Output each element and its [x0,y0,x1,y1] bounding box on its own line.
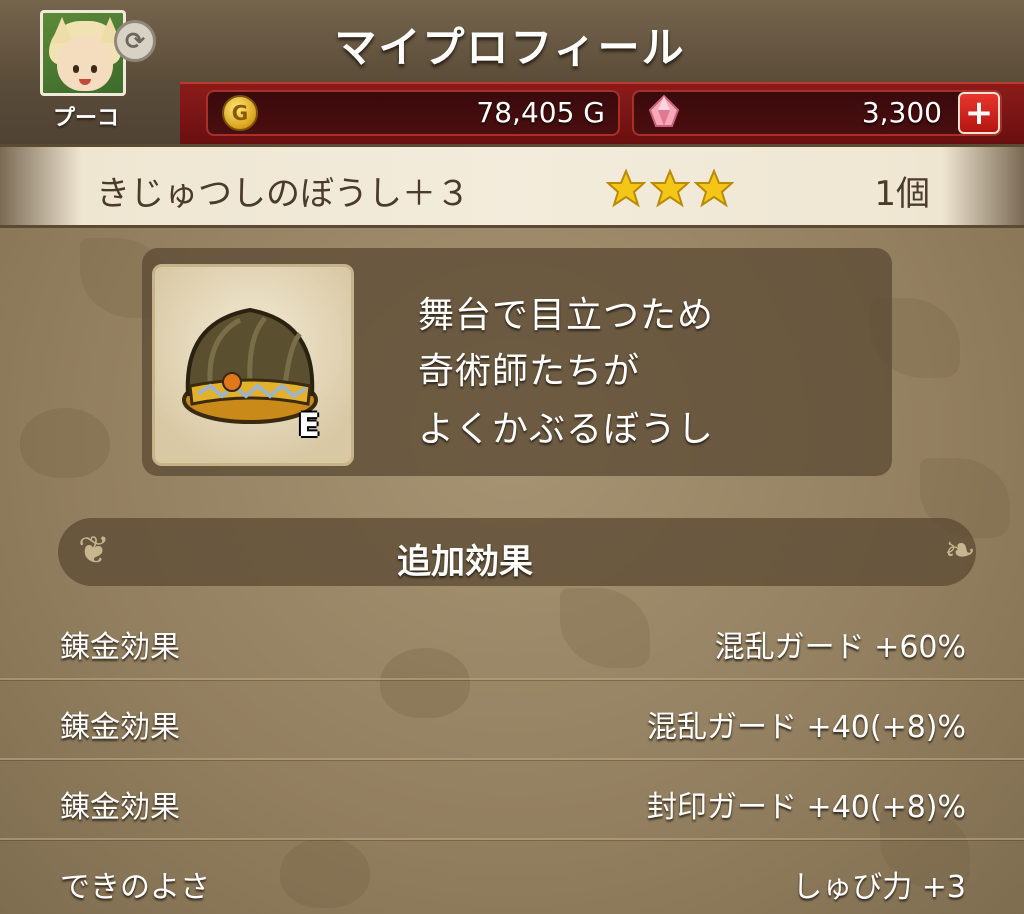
avatar-eye [73,65,79,73]
effect-value: 混乱ガード +60% [714,630,966,665]
item-description-line: 奇術師たちが [418,351,641,392]
effect-value: 封印ガード +40(+8)% [647,790,966,825]
item-count: 1個 [874,174,930,214]
add-gems-button[interactable]: + [958,92,1000,134]
flourish-icon: ❦ [78,528,110,572]
effect-label: 錬金効果 [60,630,180,665]
background-decoration [20,408,110,478]
avatar[interactable] [40,10,126,96]
item-description-line: 舞台で目立つため [418,295,715,336]
item-description-line: よくかぶるぼうし [418,409,715,450]
gold-coin-icon: G [222,95,258,131]
gem-amount: 3,300 [861,96,942,129]
effect-label: 錬金効果 [60,710,180,745]
flourish-icon: ❧ [944,528,976,572]
background-decoration [280,838,370,908]
effect-label: 錬金効果 [60,790,180,825]
effect-value: 混乱ガード +40(+8)% [647,710,966,745]
star-icon [694,168,734,208]
star-icon [606,168,646,208]
avatar-eye [91,65,97,73]
effect-label: できのよさ [60,870,210,905]
avatar-name: プーコ [52,106,119,131]
item-name: きじゅつしのぼうし＋３ [96,174,470,214]
gem-icon [648,94,680,127]
gold-amount: 78,405 G [476,96,605,129]
swap-icon[interactable]: ⟳ [114,20,156,62]
star-icon [650,168,690,208]
effects-section-title: 追加効果 [397,542,533,582]
rarity-stars [606,168,734,208]
equipped-badge: E [298,406,320,444]
effect-value: しゅび力 +3 [792,870,966,905]
page-title: マイプロフィール [334,23,686,72]
